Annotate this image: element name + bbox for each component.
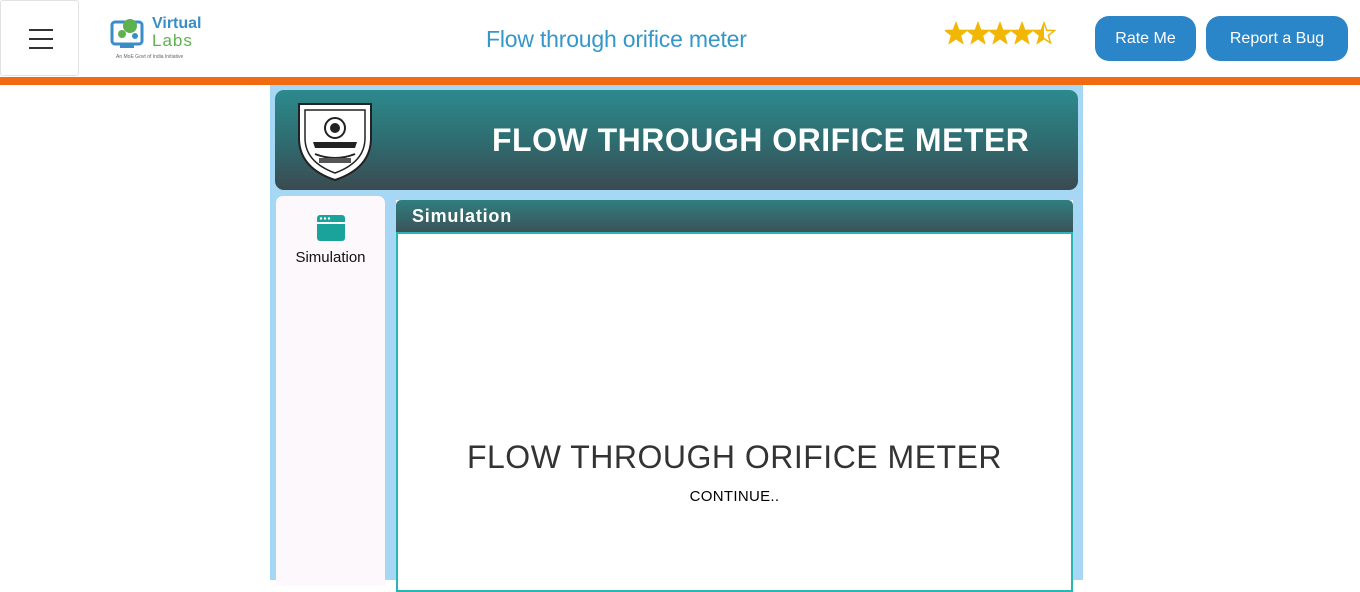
report-bug-button[interactable]: Report a Bug bbox=[1206, 16, 1348, 61]
continue-link[interactable]: CONTINUE.. bbox=[398, 488, 1071, 505]
experiment-banner: FLOW THROUGH ORIFICE METER bbox=[275, 90, 1078, 190]
institute-emblem-icon bbox=[298, 103, 372, 182]
page-title: Flow through orifice meter bbox=[486, 26, 747, 52]
simulation-title: FLOW THROUGH ORIFICE METER bbox=[466, 439, 1003, 475]
star-icon[interactable] bbox=[965, 20, 991, 45]
logo-tagline: An MoE Govt of India Initiative bbox=[116, 54, 184, 60]
header-divider bbox=[0, 77, 1360, 85]
star-icon[interactable] bbox=[1009, 20, 1035, 45]
experiment-frame: FLOW THROUGH ORIFICE METER Simulation Si… bbox=[270, 85, 1083, 592]
window-icon bbox=[317, 215, 345, 241]
rate-me-button[interactable]: Rate Me bbox=[1095, 16, 1196, 61]
flask-icon bbox=[110, 19, 144, 48]
virtual-labs-logo[interactable]: Virtual Labs An MoE Govt of India Initia… bbox=[108, 12, 204, 64]
star-icon[interactable] bbox=[987, 20, 1013, 45]
menu-bar-1 bbox=[29, 29, 53, 31]
sidebar-item-label: Simulation bbox=[295, 249, 366, 266]
simulation-canvas[interactable]: FLOW THROUGH ORIFICE METER CONTINUE.. bbox=[396, 232, 1073, 592]
banner-title: FLOW THROUGH ORIFICE METER bbox=[492, 122, 1030, 158]
star-icon[interactable] bbox=[1031, 20, 1057, 45]
star-rating[interactable] bbox=[945, 20, 1060, 48]
menu-bar-2 bbox=[29, 38, 53, 40]
menu-bar-3 bbox=[29, 47, 53, 49]
simulation-panel: Simulation FLOW THROUGH ORIFICE METER CO… bbox=[396, 200, 1073, 592]
star-icon[interactable] bbox=[945, 20, 969, 45]
logo-text-labs: Labs bbox=[152, 31, 193, 50]
top-navbar: Virtual Labs An MoE Govt of India Initia… bbox=[0, 0, 1360, 77]
hamburger-menu-button[interactable] bbox=[0, 0, 79, 76]
experiment-sidebar: Simulation bbox=[276, 196, 385, 586]
panel-title: Simulation bbox=[412, 206, 513, 226]
panel-header: Simulation bbox=[396, 200, 1073, 232]
